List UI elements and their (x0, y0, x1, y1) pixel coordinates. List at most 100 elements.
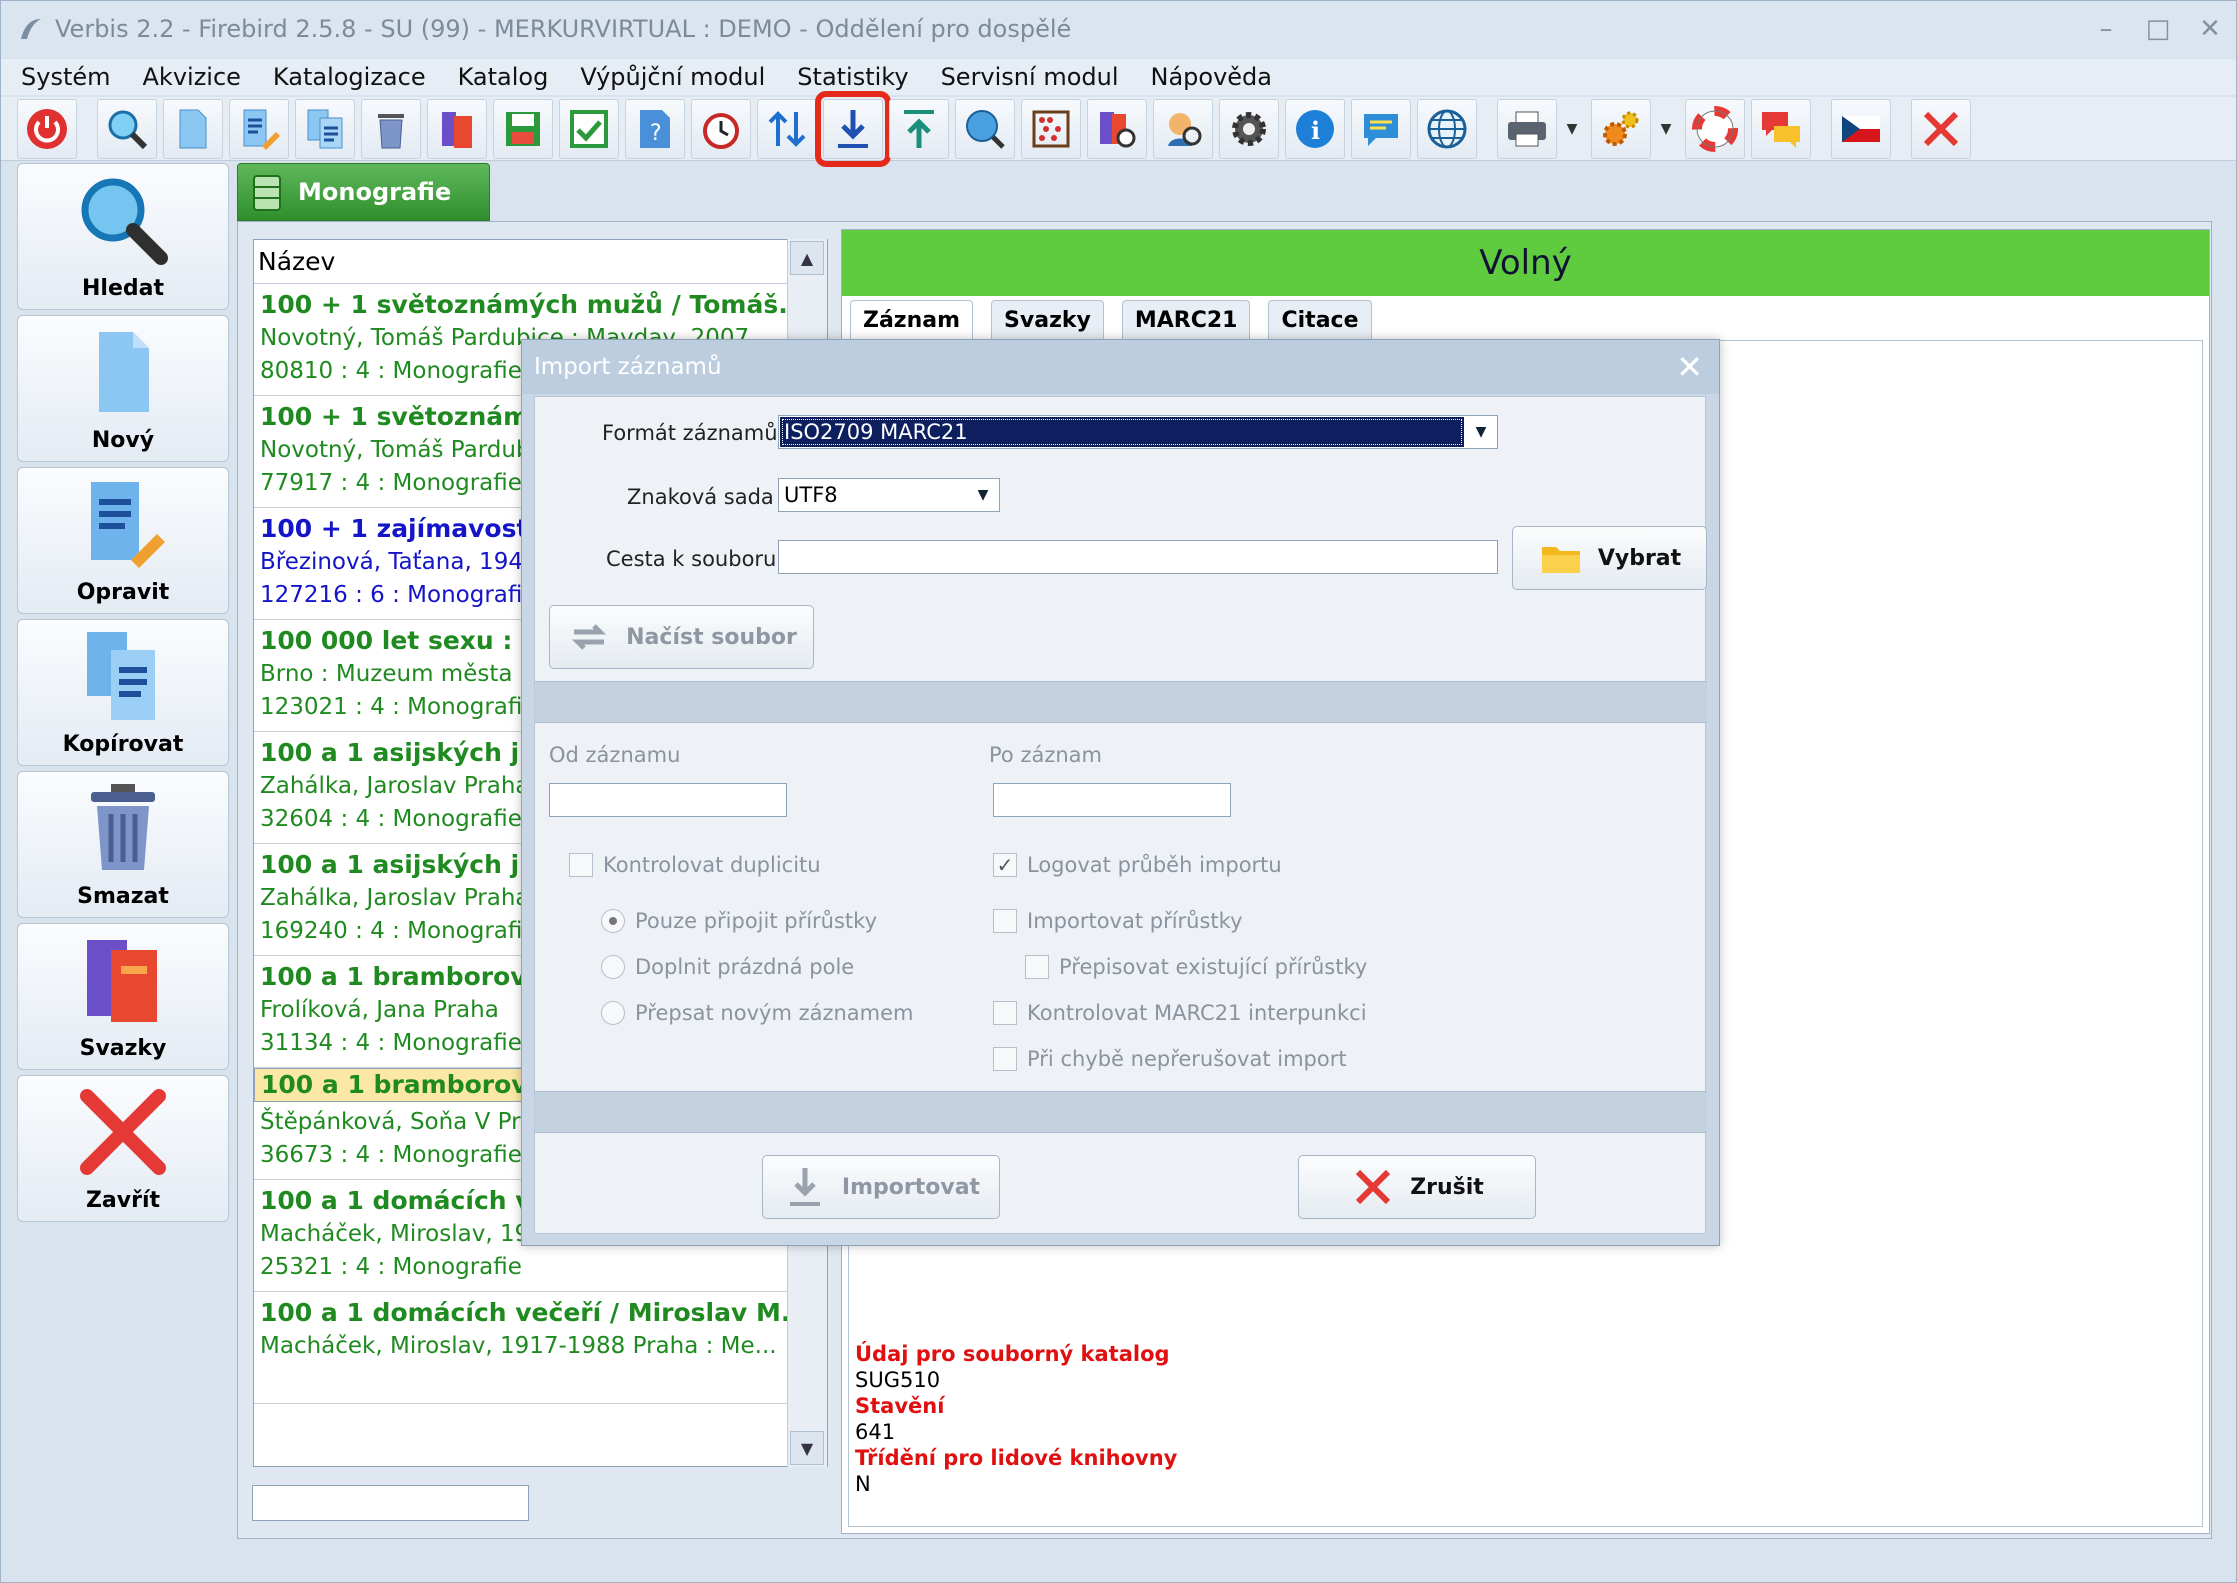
dialog-close-icon[interactable]: ✕ (1676, 348, 1703, 386)
tab-marc21[interactable]: MARC21 (1121, 300, 1251, 340)
menu-statistiky[interactable]: Statistiky (797, 63, 908, 91)
printer-icon (1508, 111, 1546, 146)
list-item-title: 100 a 1 bramborový (261, 1070, 544, 1099)
volumes-button[interactable] (427, 98, 487, 159)
reader-search-button[interactable] (1153, 98, 1213, 159)
print-button[interactable] (1497, 98, 1557, 159)
checkbox-box[interactable] (993, 1047, 1017, 1071)
file-path-input[interactable] (778, 540, 1498, 574)
download-arrow-icon (838, 109, 868, 148)
progress-bar (535, 681, 1707, 723)
export-button[interactable] (889, 98, 949, 159)
scroll-down-icon[interactable]: ▼ (790, 1431, 824, 1465)
chevron-down-icon[interactable]: ▼ (1465, 416, 1497, 448)
info-button[interactable]: i (1285, 98, 1345, 159)
quick-search-input[interactable] (252, 1485, 529, 1521)
check-duplicates-checkbox[interactable]: Kontrolovat duplicitu (569, 853, 821, 877)
messages-button[interactable] (1351, 98, 1411, 159)
search-button[interactable] (97, 98, 157, 159)
new-document-icon (99, 332, 149, 412)
internet-button[interactable] (1417, 98, 1477, 159)
save-button[interactable] (493, 98, 553, 159)
to-label: Po záznam (989, 743, 1102, 767)
overwrite-items-checkbox[interactable]: Přepisovat existující přírůstky (1025, 955, 1367, 979)
menu-katalog[interactable]: Katalog (458, 63, 549, 91)
abacus-button[interactable] (1021, 98, 1081, 159)
list-item[interactable]: 100 a 1 domácích večeří / Miroslav M... M… (254, 1292, 827, 1404)
tools-dropdown-icon[interactable]: ▼ (1657, 99, 1675, 159)
new-button[interactable] (163, 98, 223, 159)
power-button[interactable] (17, 98, 77, 159)
sidebar-edit-button[interactable]: Opravit (17, 467, 229, 614)
radio-fill-empty[interactable]: Doplnit prázdná pole (601, 955, 854, 979)
menu-system[interactable]: Systém (21, 63, 111, 91)
delete-button[interactable] (361, 98, 421, 159)
menu-napoveda[interactable]: Nápověda (1151, 63, 1273, 91)
sidebar-delete-button[interactable]: Smazat (17, 771, 229, 918)
tools-button[interactable] (1591, 98, 1651, 159)
abacus-icon (1032, 110, 1070, 147)
sidebar-new-button[interactable]: Nový (17, 315, 229, 462)
radio-overwrite[interactable]: Přepsat novým záznamem (601, 1001, 914, 1025)
tab-zaznam[interactable]: Záznam (850, 300, 974, 340)
maximize-icon[interactable]: □ (2132, 1, 2184, 57)
checkbox-box[interactable] (993, 1001, 1017, 1025)
charset-select[interactable]: UTF8 ▼ (778, 478, 1000, 512)
checkbox-box[interactable] (993, 909, 1017, 933)
tab-citace[interactable]: Citace (1268, 300, 1372, 340)
checkmark-icon[interactable]: ✓ (993, 853, 1017, 877)
import-label: Importovat (841, 1174, 981, 1200)
edit-button[interactable] (229, 98, 289, 159)
sort-button[interactable] (757, 98, 817, 159)
from-record-input[interactable] (549, 783, 787, 817)
close-button[interactable] (1911, 98, 1971, 159)
sidebar-copy-button[interactable]: Kopírovat (17, 619, 229, 766)
check-marc-checkbox[interactable]: Kontrolovat MARC21 interpunkci (993, 1001, 1367, 1025)
alarm-button[interactable] (691, 98, 751, 159)
tab-svazky[interactable]: Svazky (991, 300, 1104, 340)
print-dropdown-icon[interactable]: ▼ (1563, 99, 1581, 159)
radio-icon[interactable] (601, 955, 625, 979)
web-search-button[interactable] (955, 98, 1015, 159)
copy-button[interactable] (295, 98, 355, 159)
format-select[interactable]: ISO2709 MARC21 ▼ (778, 415, 1498, 449)
detail-tabs: Záznam Svazky MARC21 Citace (850, 300, 1390, 340)
tab-monografie[interactable]: Monografie (237, 163, 490, 221)
menu-katalogizace[interactable]: Katalogizace (273, 63, 426, 91)
sidebar-close-button[interactable]: Zavřít (17, 1075, 229, 1222)
import-button[interactable]: Importovat (762, 1155, 1000, 1219)
no-interrupt-checkbox[interactable]: Při chybě nepřerušovat import (993, 1047, 1347, 1071)
field-label: Stavění (855, 1394, 945, 1418)
radio-selected-icon[interactable] (601, 909, 625, 933)
minimize-icon[interactable]: – (2080, 1, 2132, 57)
browse-button[interactable]: Vybrat (1512, 526, 1707, 590)
language-button[interactable] (1831, 98, 1891, 159)
list-header[interactable]: Název (254, 240, 827, 284)
book-search-button[interactable] (1087, 98, 1147, 159)
help-doc-button[interactable]: ? (625, 98, 685, 159)
radio-icon[interactable] (601, 1001, 625, 1025)
feedback-button[interactable] (1751, 98, 1811, 159)
sidebar-search-button[interactable]: Hledat (17, 163, 229, 310)
log-import-checkbox[interactable]: ✓ Logovat průběh importu (993, 853, 1282, 877)
radio-overwrite-label: Přepsat novým záznamem (635, 1001, 914, 1025)
settings-button[interactable] (1219, 98, 1279, 159)
cancel-button[interactable]: Zrušit (1298, 1155, 1536, 1219)
support-button[interactable] (1685, 98, 1745, 159)
import-items-checkbox[interactable]: Importovat přírůstky (993, 909, 1243, 933)
menu-akvizice[interactable]: Akvizice (143, 63, 241, 91)
to-record-input[interactable] (993, 783, 1231, 817)
import-button[interactable] (815, 90, 891, 167)
scroll-up-icon[interactable]: ▲ (790, 241, 824, 275)
menu-vypujcni-modul[interactable]: Výpůjční modul (580, 63, 765, 91)
menu-servisni-modul[interactable]: Servisní modul (941, 63, 1119, 91)
checkbox-box[interactable] (1025, 955, 1049, 979)
sidebar-volumes-button[interactable]: Svazky (17, 923, 229, 1070)
search-icon (108, 110, 148, 149)
load-file-button[interactable]: Načíst soubor (549, 605, 814, 669)
check-button[interactable] (559, 98, 619, 159)
checkbox-box[interactable] (569, 853, 593, 877)
close-window-icon[interactable]: ✕ (2184, 1, 2236, 57)
chevron-down-icon[interactable]: ▼ (967, 479, 999, 511)
radio-append-items[interactable]: Pouze připojit přírůstky (601, 909, 877, 933)
